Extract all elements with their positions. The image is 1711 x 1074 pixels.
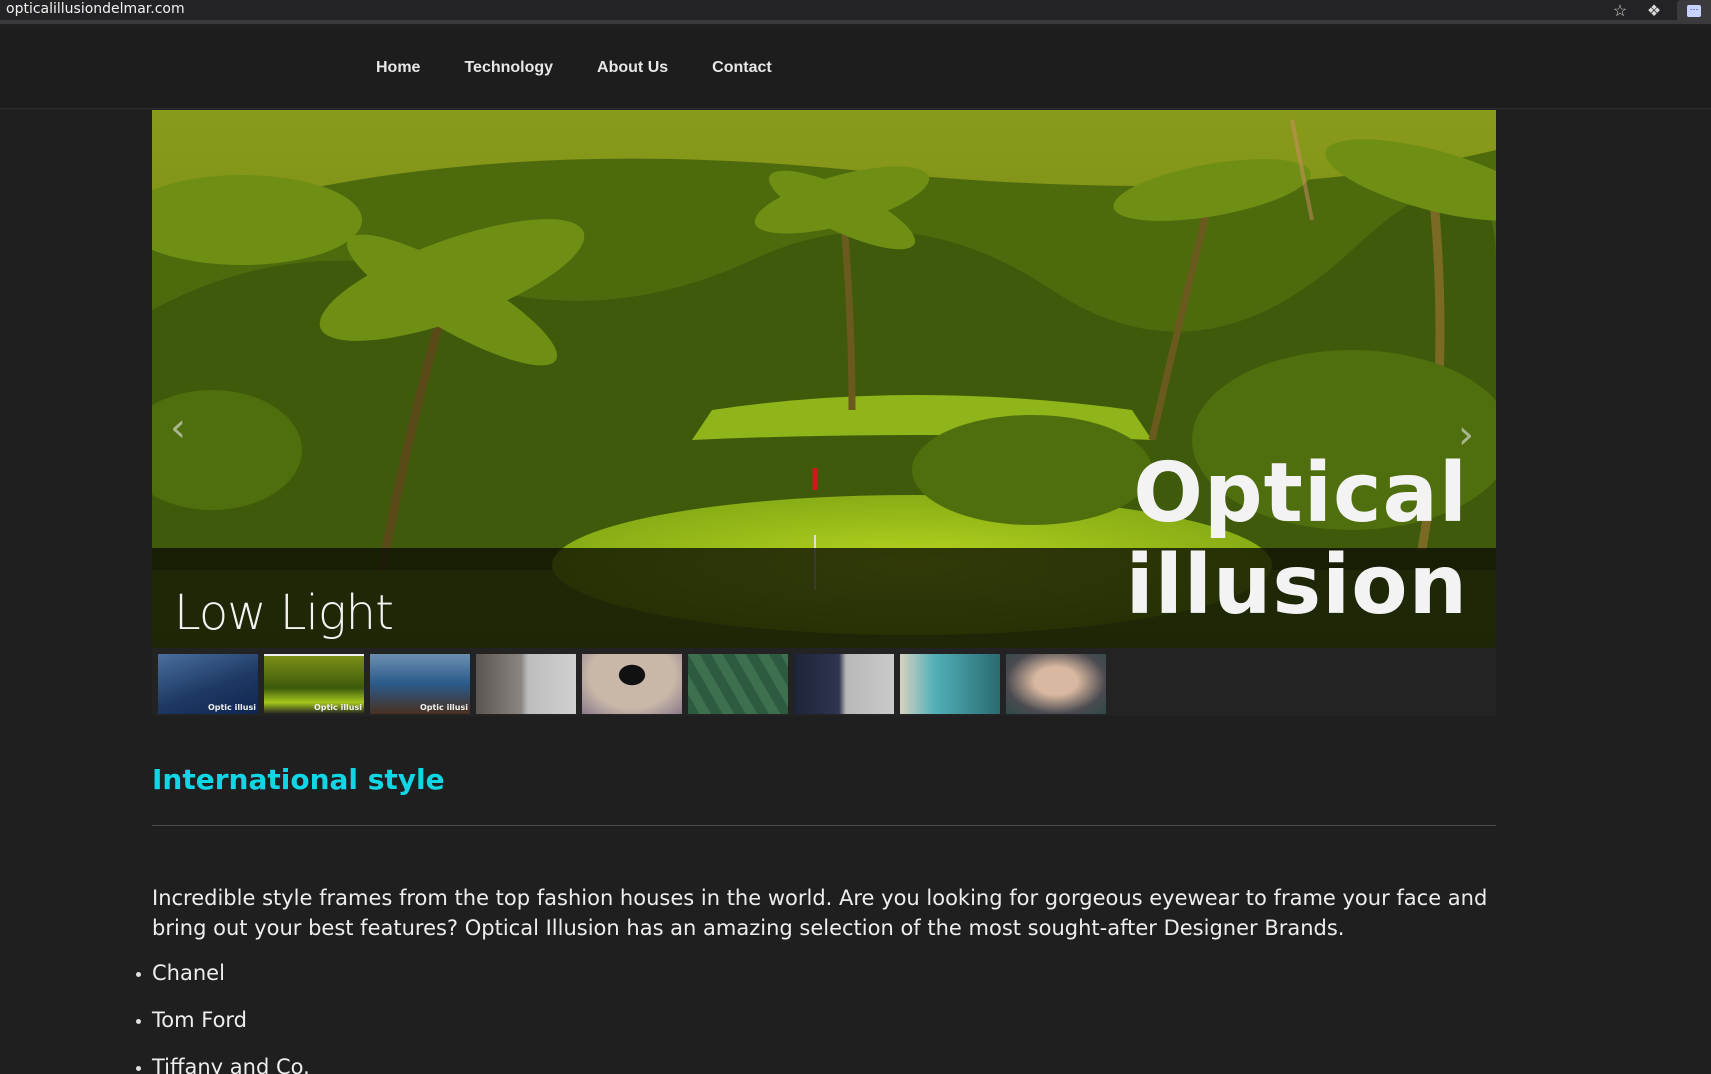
nav-list: Home Technology About Us Contact: [376, 59, 816, 77]
hero-slider[interactable]: Low Light Optical illusion ‹ ›: [152, 110, 1496, 648]
thumb-leaf-glasses[interactable]: [688, 654, 788, 714]
extension-icon[interactable]: ···: [1677, 0, 1711, 22]
nav-technology[interactable]: Technology: [464, 59, 553, 77]
divider: [152, 825, 1496, 826]
thumb-couple[interactable]: [476, 654, 576, 714]
thumb-boat[interactable]: Optic illusi: [158, 654, 258, 714]
star-icon[interactable]: ☆: [1609, 0, 1631, 22]
thumb-man-hat[interactable]: [794, 654, 894, 714]
brand-item: Tiffany and Co.: [136, 1054, 310, 1074]
intro-paragraph: Incredible style frames from the top fas…: [152, 886, 1488, 940]
brand-item: Chanel: [136, 960, 310, 1007]
logo-line-2: illusion: [1125, 538, 1468, 633]
thumb-sunglasses[interactable]: [582, 654, 682, 714]
nav-home[interactable]: Home: [376, 59, 420, 77]
nav-about-us[interactable]: About Us: [597, 59, 668, 77]
thumb-tiffany[interactable]: [900, 654, 1000, 714]
thumb-tag: Optic illusi: [207, 703, 256, 712]
dropbox-icon[interactable]: ❖: [1643, 0, 1665, 22]
url-text[interactable]: opticalillusiondelmar.com: [6, 1, 185, 17]
thumb-sea[interactable]: Optic illusi: [370, 654, 470, 714]
nav-contact[interactable]: Contact: [712, 59, 772, 77]
brand-list: Chanel Tom Ford Tiffany and Co.: [136, 960, 310, 1074]
brand-item: Tom Ford: [136, 1007, 310, 1054]
slider-thumbnails: Optic illusi Optic illusi Optic illusi: [152, 648, 1496, 716]
slider-prev-arrow-icon[interactable]: ‹: [158, 388, 198, 468]
optical-illusion-logo: Optical illusion: [1126, 448, 1468, 632]
logo-line-1: Optical: [1133, 446, 1468, 541]
thumb-tag: Optic illusi: [419, 703, 468, 712]
slider-next-arrow-icon[interactable]: ›: [1446, 395, 1486, 475]
main-nav: Home Technology About Us Contact: [0, 28, 1711, 109]
browser-url-bar: opticalillusiondelmar.com ☆ ❖ ···: [0, 0, 1711, 24]
browser-tools: ☆ ❖ ···: [1597, 0, 1711, 22]
slide-caption: Low Light: [174, 585, 394, 641]
thumb-model-glasses[interactable]: [1006, 654, 1106, 714]
thumb-tag: Optic illusi: [313, 703, 362, 712]
thumb-golf[interactable]: Optic illusi: [264, 654, 364, 714]
section-title: International style: [152, 763, 445, 796]
